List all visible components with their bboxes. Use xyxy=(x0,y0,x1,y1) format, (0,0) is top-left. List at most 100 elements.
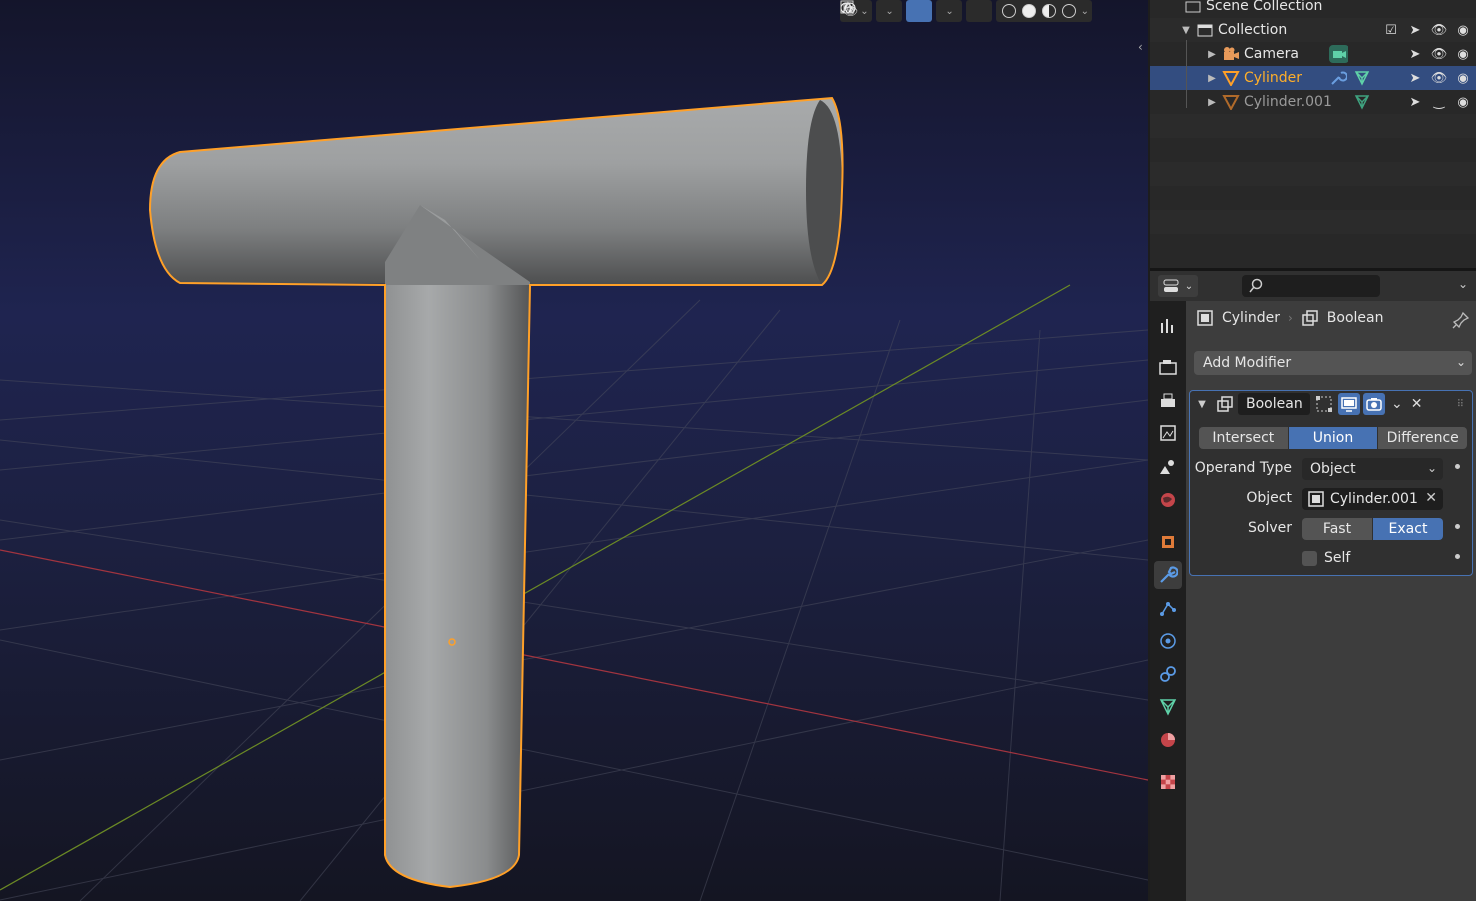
tab-scene[interactable] xyxy=(1154,453,1182,481)
object-row: Object Cylinder.001 ✕ xyxy=(1190,488,1472,510)
selectable-cursor-icon[interactable]: ➤ xyxy=(1406,93,1424,111)
self-checkbox[interactable] xyxy=(1302,551,1317,566)
tab-constraints[interactable] xyxy=(1154,660,1182,688)
camera-render-icon[interactable]: ◉ xyxy=(1454,93,1472,111)
render-toggle[interactable] xyxy=(1363,393,1385,415)
self-row: Self xyxy=(1190,548,1472,570)
operation-intersect-button[interactable]: Intersect xyxy=(1199,427,1288,449)
camera-data-icon[interactable] xyxy=(1328,44,1348,64)
object-field[interactable]: Cylinder.001 ✕ xyxy=(1302,488,1443,510)
outliner-row-cylinder-001[interactable]: ▶ Cylinder.001 ➤ ‿ ◉ xyxy=(1150,90,1476,114)
properties-search-input[interactable] xyxy=(1242,275,1380,297)
operand-type-dropdown[interactable]: Object ⌄ xyxy=(1302,458,1443,480)
solver-fast-button[interactable]: Fast xyxy=(1302,518,1372,540)
overlays-button[interactable] xyxy=(840,0,932,22)
modifier-name-field[interactable]: Boolean xyxy=(1238,393,1310,415)
keyframe-dot-icon[interactable] xyxy=(1455,464,1460,469)
outliner-empty-row xyxy=(1150,114,1476,138)
collapse-arrow-icon[interactable]: ▼ xyxy=(1194,399,1210,410)
outliner-row-cylinder[interactable]: ▶ Cylinder ➤ 👁 ◉ xyxy=(1150,66,1476,90)
keyframe-dot-icon[interactable] xyxy=(1455,554,1460,559)
outliner-row-collection[interactable]: ▼ Collection ☑ ➤ 👁 ◉ xyxy=(1150,18,1476,42)
chevron-down-icon: ⌄ xyxy=(1426,461,1437,475)
solver-exact-button[interactable]: Exact xyxy=(1373,518,1443,540)
monitor-icon xyxy=(1341,397,1357,412)
close-icon[interactable]: ✕ xyxy=(1411,396,1423,412)
xray-button[interactable] xyxy=(840,0,992,22)
tab-modifiers[interactable] xyxy=(1154,561,1182,589)
exclude-checkbox-icon[interactable]: ☑ xyxy=(1382,21,1400,39)
clear-x-icon[interactable]: ✕ xyxy=(1425,490,1437,506)
3d-viewport[interactable]: 👁 ⌄ ⌄ ⌄ ⌄ ‹ xyxy=(0,0,1148,901)
properties-editor-icon xyxy=(1163,279,1179,292)
outliner-row-scene-collection[interactable]: Scene Collection xyxy=(1150,0,1476,18)
tab-object[interactable] xyxy=(1154,528,1182,556)
boolean-modifier-icon xyxy=(1302,310,1318,326)
particles-icon xyxy=(1160,602,1176,616)
camera-icon xyxy=(1366,398,1382,411)
texture-checker-icon xyxy=(1161,775,1175,789)
expand-arrow-icon[interactable]: ▶ xyxy=(1206,73,1218,84)
outliner-row-camera[interactable]: ▶ Camera ➤ 👁 ◉ xyxy=(1150,42,1476,66)
eye-icon[interactable]: 👁 xyxy=(1430,69,1448,87)
pin-icon[interactable] xyxy=(1452,311,1470,329)
tab-view-layer[interactable] xyxy=(1154,419,1182,447)
chevron-down-icon[interactable]: ⌄ xyxy=(1081,6,1089,17)
search-icon xyxy=(1249,278,1263,293)
mesh-data-icon[interactable] xyxy=(1352,92,1372,112)
viewport-display-toggle[interactable] xyxy=(1338,393,1360,415)
tab-object-data[interactable] xyxy=(1154,693,1182,721)
camera-render-icon[interactable]: ◉ xyxy=(1454,21,1472,39)
camera-render-icon[interactable]: ◉ xyxy=(1454,45,1472,63)
selectable-cursor-icon[interactable]: ➤ xyxy=(1406,45,1424,63)
keyframe-dot-icon[interactable] xyxy=(1455,524,1460,529)
object-label: Object xyxy=(1246,490,1292,506)
eye-icon[interactable]: 👁 xyxy=(1430,21,1448,39)
sidebar-toggle-arrow-icon[interactable]: ‹ xyxy=(1138,40,1143,54)
xray-icon xyxy=(840,0,854,14)
tab-render[interactable] xyxy=(1154,353,1182,381)
outliner-tree-line xyxy=(1186,40,1187,108)
tab-particles[interactable] xyxy=(1154,594,1182,622)
eye-icon[interactable]: 👁 xyxy=(1430,45,1448,63)
mesh-data-icon[interactable] xyxy=(1352,68,1372,88)
overlays-dropdown[interactable]: ⌄ xyxy=(935,0,962,22)
rendered-shading-icon[interactable] xyxy=(1061,4,1076,18)
chevron-down-icon: ⌄ xyxy=(945,5,954,17)
operation-union-button[interactable]: Union xyxy=(1288,427,1378,449)
eye-closed-icon[interactable]: ‿ xyxy=(1430,93,1448,111)
solid-shading-icon[interactable] xyxy=(1021,4,1036,18)
editor-type-button[interactable]: ⌄ xyxy=(1158,275,1198,297)
expand-arrow-icon[interactable]: ▶ xyxy=(1206,97,1218,108)
drag-handle-icon[interactable]: ⠿ xyxy=(1457,399,1464,410)
gizmo-button[interactable]: ⌄ xyxy=(842,0,902,22)
modifier-wrench-icon[interactable] xyxy=(1328,68,1348,88)
output-icon xyxy=(1161,393,1175,407)
tab-output[interactable] xyxy=(1154,387,1182,415)
camera-render-icon[interactable]: ◉ xyxy=(1454,69,1472,87)
outliner-row-toggles: ☑ ➤ 👁 ◉ xyxy=(1382,21,1472,39)
operand-type-label: Operand Type xyxy=(1194,460,1292,476)
tab-texture[interactable] xyxy=(1154,768,1182,796)
breadcrumb-separator-icon: › xyxy=(1287,311,1293,325)
selectable-cursor-icon[interactable]: ➤ xyxy=(1406,21,1424,39)
expand-arrow-icon[interactable]: ▼ xyxy=(1180,25,1192,36)
outliner-label: Collection xyxy=(1218,22,1288,38)
viewport-canvas xyxy=(0,0,1148,901)
modifier-header: ▼ Boolean ⌄ ✕ ⠿ xyxy=(1190,391,1472,417)
tab-material[interactable] xyxy=(1154,726,1182,754)
tab-tool[interactable] xyxy=(1154,311,1182,339)
add-modifier-dropdown[interactable]: Add Modifier ⌄ xyxy=(1194,351,1472,375)
edit-mode-toggle[interactable] xyxy=(1313,393,1335,415)
expand-arrow-icon[interactable]: ▶ xyxy=(1206,49,1218,60)
tab-physics[interactable] xyxy=(1154,627,1182,655)
wireframe-shading-icon[interactable] xyxy=(1001,4,1016,18)
outliner-label: Camera xyxy=(1244,46,1299,62)
material-shading-icon[interactable] xyxy=(1041,4,1056,18)
tab-world[interactable] xyxy=(1154,486,1182,514)
selectable-cursor-icon[interactable]: ➤ xyxy=(1406,69,1424,87)
options-chevron-icon[interactable]: ⌄ xyxy=(1458,277,1468,291)
mesh-object-icon xyxy=(1222,93,1240,111)
operation-difference-button[interactable]: Difference xyxy=(1378,427,1467,449)
chevron-down-icon[interactable]: ⌄ xyxy=(1391,396,1403,412)
